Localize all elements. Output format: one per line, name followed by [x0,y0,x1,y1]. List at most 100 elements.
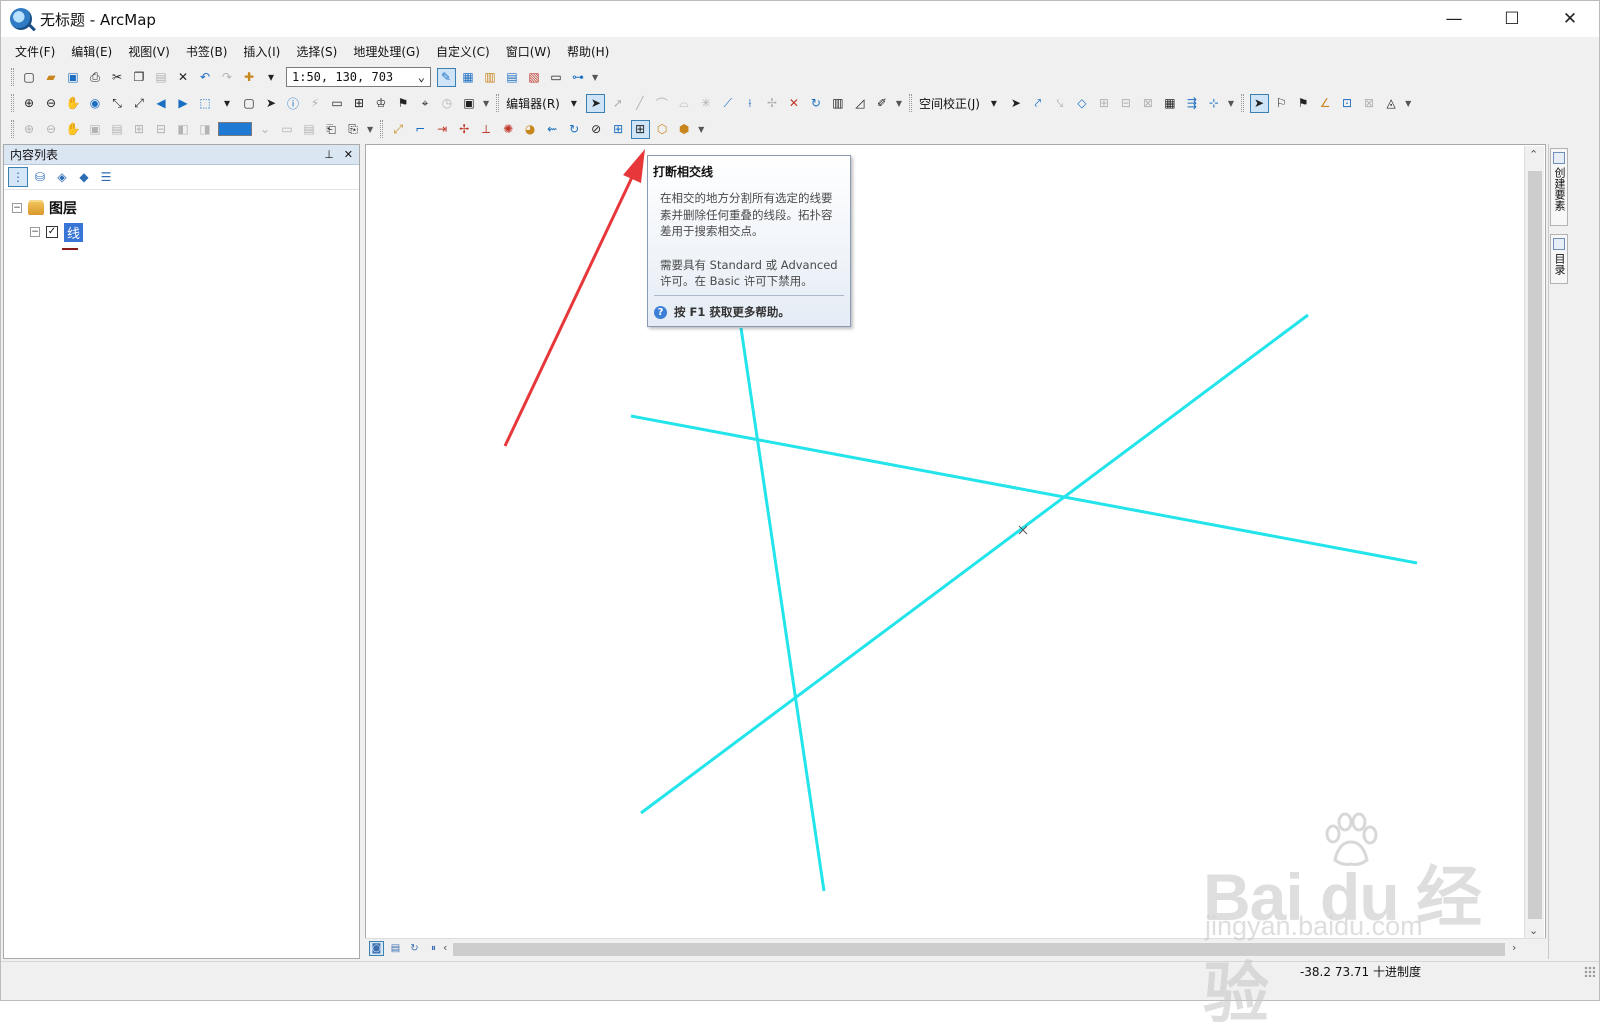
previous-extent-icon[interactable]: ◧ [174,120,193,139]
table-of-contents-icon[interactable]: ▦ [459,68,478,87]
zoom-100-icon[interactable]: ▤ [108,120,127,139]
select-elements-icon[interactable]: ➤ [1006,94,1025,113]
error-inspector-icon[interactable]: ◬ [1382,94,1401,113]
go-back-icon[interactable]: ◀ [152,94,171,113]
toolbar-overflow-icon[interactable]: ▼ [698,125,704,134]
menu-file[interactable]: 文件(F) [7,43,63,60]
planarize-lines-icon[interactable]: ⊞ [630,119,650,139]
maximize-button[interactable]: ☐ [1483,1,1541,37]
editor-menu[interactable]: 编辑器(R) [503,95,563,112]
zoom-whole-page-icon[interactable]: ▣ [86,120,105,139]
zoom-percent-dropdown-icon[interactable]: ⌄ [256,120,275,139]
copy-features-icon[interactable]: ⤢ [389,120,408,139]
polyline-feature[interactable] [640,313,1309,815]
attributes-icon[interactable]: ▥ [828,94,847,113]
view-link-table-icon[interactable]: ▦ [1160,94,1179,113]
modify-link-icon[interactable]: ⤥ [1050,94,1069,113]
open-folder-icon[interactable]: ▰ [42,68,61,87]
fillet-icon[interactable]: ⌐ [411,120,430,139]
validate-topology-icon[interactable]: ⊠ [1360,94,1379,113]
zoom-out-icon[interactable]: ⊖ [42,94,61,113]
menu-help[interactable]: 帮助(H) [559,43,617,60]
arctoolbox-icon[interactable]: ▧ [525,68,544,87]
toolbar-grip[interactable] [909,94,913,112]
polyline-feature[interactable] [630,414,1418,565]
go-forward-icon[interactable]: ▶ [174,94,193,113]
catalog-window-icon[interactable]: ▥ [481,68,500,87]
add-data-icon[interactable]: ✚ [240,68,259,87]
change-layout-icon[interactable]: ⎗ [322,120,341,139]
map-scale-combobox[interactable]: 1:50, 130, 703 ⌄ [286,67,431,87]
modelbuilder-icon[interactable]: ⊶ [569,68,588,87]
menu-windows[interactable]: 窗口(W) [498,43,559,60]
trace-icon[interactable]: ⌓ [674,94,693,113]
layers-group-label[interactable]: 图层 [49,198,77,218]
new-displacement-link-icon[interactable]: ⤤ [1028,94,1047,113]
smooth-icon[interactable]: ⬢ [675,120,694,139]
fixed-zoom-out-layout-icon[interactable]: ⊟ [152,120,171,139]
toolbar-overflow-icon[interactable]: ▼ [896,99,902,108]
align-to-shape-icon[interactable]: ⇜ [543,120,562,139]
collapse-layer-icon[interactable]: − [30,227,40,237]
cut-icon[interactable]: ✂ [108,68,127,87]
go-to-xy-icon[interactable]: ⌖ [416,94,435,113]
add-data-dropdown-icon[interactable]: ▾ [262,68,281,87]
search-window-icon[interactable]: ▤ [503,68,522,87]
extend-icon[interactable]: ⇥ [433,120,452,139]
close-icon[interactable]: ✕ [344,148,353,161]
paste-icon[interactable]: ▤ [152,68,171,87]
options-icon[interactable]: ☰ [96,167,116,187]
layout-pan-icon[interactable]: ✋ [64,120,83,139]
refresh-view-icon[interactable]: ↻ [407,941,422,956]
dock-tab-catalog[interactable]: 目录 [1550,234,1568,284]
toolbar-overflow-icon[interactable]: ▼ [1405,99,1411,108]
layout-zoom-in-icon[interactable]: ⊕ [20,120,39,139]
edge-match-icon[interactable]: ⊹ [1204,94,1223,113]
line-intersection-icon[interactable]: ⟂ [477,120,496,139]
edit-tool-icon[interactable]: ➤ [586,93,606,113]
menu-selection[interactable]: 选择(S) [288,43,345,60]
time-slider-icon[interactable]: ◷ [438,94,457,113]
generalize-tool-icon[interactable]: ⬡ [653,120,672,139]
toolbar-overflow-icon[interactable]: ▼ [592,73,598,82]
polyline-feature[interactable] [739,327,826,892]
measure-icon[interactable]: ⊞ [350,94,369,113]
trim-icon[interactable]: ✢ [455,120,474,139]
layout-view-icon[interactable]: ▤ [388,941,403,956]
toolbar-grip[interactable] [496,94,500,112]
layer-name[interactable]: 线 [64,222,84,242]
rotate-icon[interactable]: ↻ [806,94,825,113]
select-features-dropdown-icon[interactable]: ▾ [218,94,237,113]
construct-geodetic-icon[interactable]: ◕ [521,120,540,139]
focus-data-frame-icon[interactable]: ▤ [300,120,319,139]
undo-icon[interactable]: ↶ [196,68,215,87]
split-polygons-icon[interactable]: ⊞ [609,120,628,139]
scroll-left-icon[interactable]: ‹ [443,941,447,954]
toolbar-grip[interactable] [380,120,384,138]
straight-segment-icon[interactable]: ╱ [630,94,649,113]
list-by-source-icon[interactable]: ⛁ [30,167,50,187]
layer-visibility-checkbox[interactable]: ✓ [46,226,58,238]
toolbar-overflow-icon[interactable]: ▼ [367,125,373,134]
pan-icon[interactable]: ✋ [64,94,83,113]
menu-geoprocessing[interactable]: 地理处理(G) [345,43,428,60]
delete-icon[interactable]: ✕ [174,68,193,87]
resize-grip-icon[interactable] [1584,966,1595,977]
list-by-visibility-icon[interactable]: ◈ [52,167,72,187]
select-elements-icon[interactable]: ➤ [262,94,281,113]
fixed-zoom-in-layout-icon[interactable]: ⊞ [130,120,149,139]
toolbar-grip[interactable] [11,94,14,112]
menu-customize[interactable]: 自定义(C) [428,43,498,60]
reshape-feature-icon[interactable]: ⟊ [740,94,759,113]
toolbar-grip[interactable] [11,120,14,138]
scroll-down-icon[interactable]: ⌄ [1529,924,1538,937]
new-limited-adjustment-area-icon[interactable]: ⊟ [1116,94,1135,113]
replace-geometry-icon[interactable]: ↻ [565,120,584,139]
map-vertical-scrollbar[interactable]: ⌃ ⌄ [1524,146,1544,939]
point-icon[interactable]: ✳ [696,94,715,113]
toolbar-overflow-icon[interactable]: ▼ [483,99,489,108]
redo-icon[interactable]: ↷ [218,68,237,87]
spatial-adjust-dropdown-icon[interactable]: ▾ [984,94,1003,113]
close-button[interactable]: ✕ [1541,1,1599,37]
create-features-icon[interactable]: ✐ [872,94,891,113]
